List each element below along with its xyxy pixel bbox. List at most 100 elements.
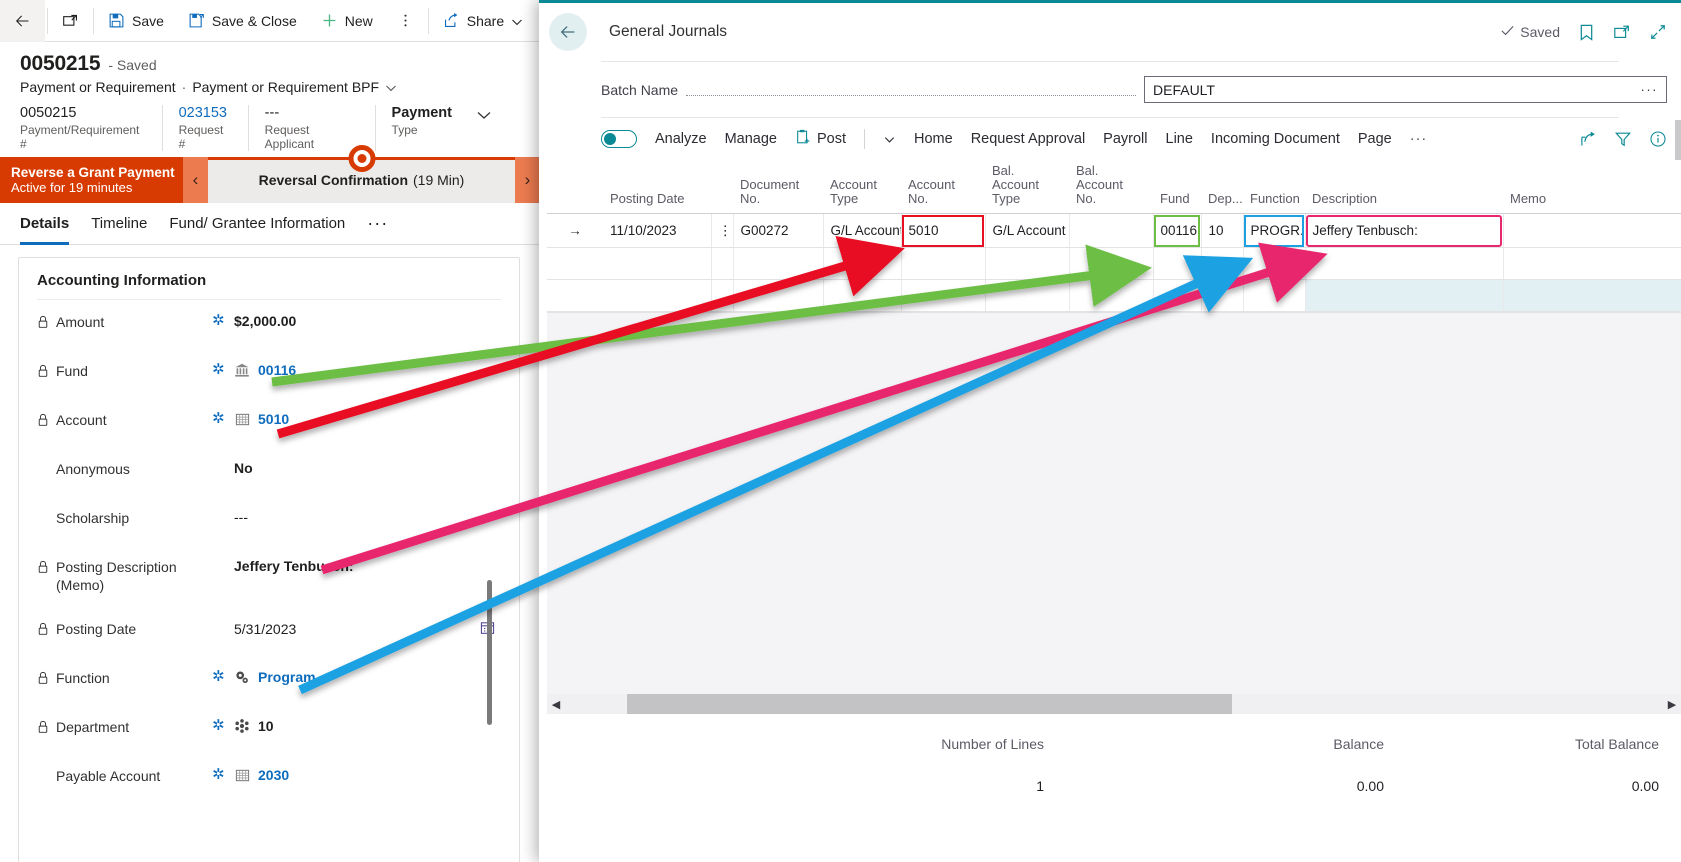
field-value-amount[interactable]: $2,000.00 xyxy=(234,313,501,329)
field-value-fund[interactable]: 00116 xyxy=(258,362,296,378)
ribbon-home[interactable]: Home xyxy=(914,131,953,147)
row-actions-icon[interactable] xyxy=(711,279,734,312)
col-header-bal-account-no[interactable]: Bal. Account No. xyxy=(1069,160,1153,214)
cell-bal-account-type[interactable] xyxy=(985,247,1070,280)
bpf-current-stage[interactable]: Reversal Confirmation (19 Min) xyxy=(208,145,515,203)
col-header-account-type[interactable]: Account Type xyxy=(823,160,901,214)
open-in-new-window-icon[interactable] xyxy=(1613,23,1631,41)
collapse-icon[interactable] xyxy=(1649,23,1667,41)
cell-bal-account-no[interactable] xyxy=(1069,247,1154,280)
ribbon-page[interactable]: Page xyxy=(1358,131,1392,147)
value[interactable]: 023153 xyxy=(179,105,232,121)
field-value-department[interactable]: 10 xyxy=(258,718,274,734)
save-and-close-button[interactable]: Save & Close xyxy=(176,0,309,42)
batch-name-input[interactable]: DEFAULT ··· xyxy=(1144,76,1667,103)
ribbon-post[interactable]: Post xyxy=(795,129,846,149)
cell-memo[interactable] xyxy=(1503,279,1681,312)
ribbon-incoming-document[interactable]: Incoming Document xyxy=(1211,131,1340,147)
cell-account-type[interactable] xyxy=(823,279,902,312)
grid-horizontal-scrollbar[interactable]: ◀ ▶ xyxy=(547,694,1681,714)
info-icon[interactable] xyxy=(1649,130,1667,148)
cell-account-no[interactable] xyxy=(901,279,986,312)
popout-button[interactable] xyxy=(50,0,91,42)
share-icon[interactable] xyxy=(1579,130,1597,148)
scroll-thumb[interactable] xyxy=(627,694,1232,714)
ribbon-more-icon[interactable]: ··· xyxy=(1410,131,1428,147)
tab-fund-grantee-information[interactable]: Fund/ Grantee Information xyxy=(169,203,345,245)
overflow-commands-button[interactable] xyxy=(385,0,426,42)
col-header-bal-account-type[interactable]: Bal. Account Type xyxy=(985,160,1069,214)
chevron-down-icon[interactable] xyxy=(476,107,491,119)
cell-account-no[interactable] xyxy=(901,247,986,280)
col-header-memo[interactable]: Memo xyxy=(1503,160,1681,214)
field-value-payable-account[interactable]: 2030 xyxy=(258,767,289,783)
col-header-document-no[interactable]: Document No. xyxy=(733,160,823,214)
cell-description[interactable] xyxy=(1305,247,1504,280)
field-value-posting-description[interactable]: Jeffery Tenbusch: xyxy=(234,558,501,574)
back-button[interactable] xyxy=(0,0,45,42)
cell-bal-account-type[interactable] xyxy=(985,279,1070,312)
field-value-posting-date[interactable]: 5/31/2023 xyxy=(234,620,501,638)
col-header-function[interactable]: Function xyxy=(1243,160,1305,214)
col-header-fund[interactable]: Fund xyxy=(1153,160,1201,214)
cell-dep[interactable] xyxy=(1201,279,1244,312)
cell-bal-account-type[interactable]: G/L Account xyxy=(985,213,1070,248)
bc-back-button[interactable] xyxy=(549,13,587,51)
cell-description[interactable] xyxy=(1305,279,1504,312)
row-actions-icon[interactable] xyxy=(711,247,734,280)
cell-dep[interactable]: 10 xyxy=(1201,213,1244,248)
cell-fund[interactable] xyxy=(1153,279,1202,312)
cell-posting-date[interactable] xyxy=(603,247,712,280)
cell-function[interactable] xyxy=(1243,247,1306,280)
scroll-right-arrow[interactable]: ▶ xyxy=(1663,698,1681,711)
lookup-ellipsis-icon[interactable]: ··· xyxy=(1641,82,1659,97)
cell-account-type[interactable] xyxy=(823,247,902,280)
scroll-left-arrow[interactable]: ◀ xyxy=(547,698,565,711)
cell-dep[interactable] xyxy=(1201,247,1244,280)
cell-description[interactable]: Jeffery Tenbusch: xyxy=(1305,213,1504,248)
table-row[interactable]: → 11/10/2023 ⋮ G00272 G/L Account 5010 G… xyxy=(547,213,1681,248)
field-value-scholarship[interactable]: --- xyxy=(234,509,501,525)
cell-document-no[interactable] xyxy=(733,279,824,312)
bc-vertical-scrollbar[interactable] xyxy=(1675,120,1681,160)
cell-account-no[interactable]: 5010 xyxy=(901,213,986,248)
field-value-anonymous[interactable]: No xyxy=(234,460,501,476)
bpf-header[interactable]: Reverse a Grant Payment Active for 19 mi… xyxy=(0,157,183,203)
ribbon-request-approval[interactable]: Request Approval xyxy=(971,131,1085,147)
cell-posting-date[interactable]: 11/10/2023 xyxy=(603,213,712,248)
cell-memo[interactable] xyxy=(1503,247,1681,280)
tab-details[interactable]: Details xyxy=(20,203,70,245)
col-header-description[interactable]: Description xyxy=(1305,160,1503,214)
cell-document-no[interactable] xyxy=(733,247,824,280)
analyze-toggle[interactable] xyxy=(601,130,637,148)
cell-posting-date[interactable] xyxy=(603,279,712,312)
cell-fund[interactable] xyxy=(1153,247,1202,280)
cell-memo[interactable] xyxy=(1503,213,1681,248)
col-header-account-no[interactable]: Account No. xyxy=(901,160,985,214)
cell-bal-account-no[interactable] xyxy=(1069,279,1154,312)
ribbon-manage[interactable]: Manage xyxy=(725,131,777,147)
ribbon-line[interactable]: Line xyxy=(1166,131,1193,147)
chevron-down-icon[interactable] xyxy=(385,81,397,93)
col-header-dep[interactable]: Dep... xyxy=(1201,160,1243,214)
table-row[interactable] xyxy=(547,247,1681,280)
bookmark-icon[interactable] xyxy=(1578,23,1595,42)
row-actions-icon[interactable]: ⋮ xyxy=(711,213,734,248)
ribbon-analyze[interactable]: Analyze xyxy=(655,131,707,147)
cell-bal-account-no[interactable] xyxy=(1069,213,1154,248)
table-row[interactable] xyxy=(547,279,1681,312)
tab-timeline[interactable]: Timeline xyxy=(91,203,147,245)
share-button[interactable]: Share xyxy=(431,0,535,42)
field-value-account[interactable]: 5010 xyxy=(258,411,289,427)
save-button[interactable]: Save xyxy=(96,0,176,42)
cell-account-type[interactable]: G/L Account xyxy=(823,213,902,248)
tabs-overflow-icon[interactable]: ··· xyxy=(367,213,388,234)
field-value-function[interactable]: Program xyxy=(258,669,316,685)
bpf-previous-stage-button[interactable]: ‹ xyxy=(183,157,208,203)
left-panel-scrollbar[interactable] xyxy=(487,580,492,725)
ribbon-post-caret[interactable] xyxy=(883,133,896,146)
cell-fund[interactable]: 00116 xyxy=(1153,213,1202,248)
cell-function[interactable] xyxy=(1243,279,1306,312)
cell-function[interactable]: PROGR... xyxy=(1243,213,1306,248)
new-button[interactable]: New xyxy=(309,0,385,42)
